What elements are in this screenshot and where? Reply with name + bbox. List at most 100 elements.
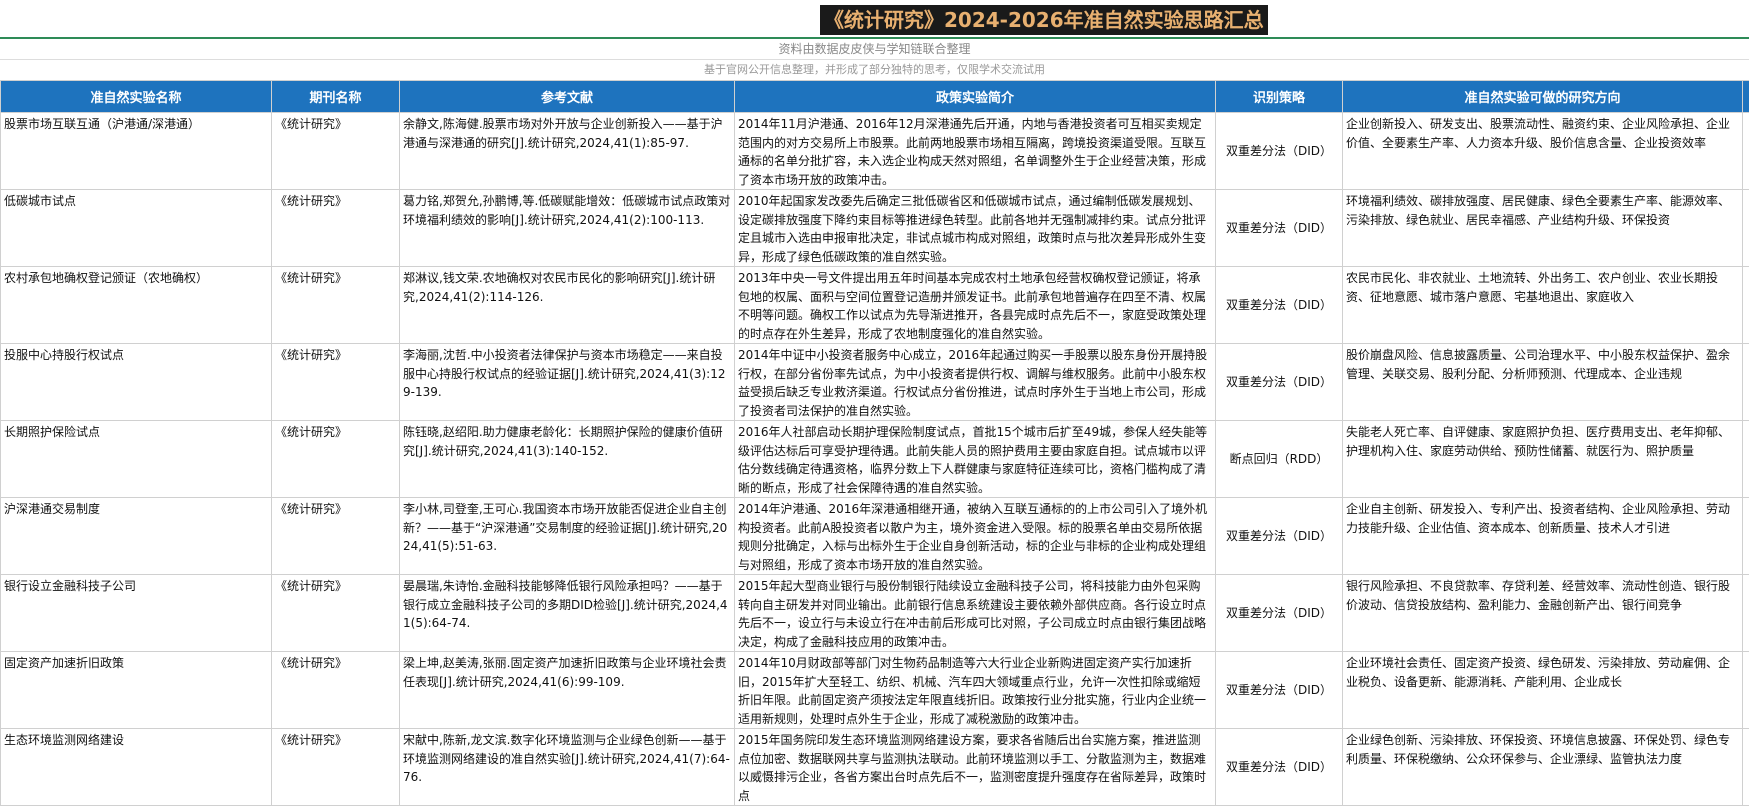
column-header-policy-intro[interactable]: 政策实验简介 — [735, 81, 1216, 113]
table-row: 沪深港通交易制度 《统计研究》 李小林,司登奎,王可心.我国资本市场开放能否促进… — [1, 498, 1749, 575]
cell-journal[interactable]: 《统计研究》 — [272, 729, 400, 806]
cell-research-directions[interactable]: 企业创新投入、研发支出、股票流动性、融资约束、企业风险承担、企业价值、全要素生产… — [1343, 113, 1743, 190]
cell-extra[interactable]: E — [1743, 498, 1749, 575]
cell-text: 《统计研究》 — [275, 346, 396, 418]
cell-research-directions[interactable]: 企业自主创新、研发投入、专利产出、投资者结构、企业风险承担、劳动力技能升级、企业… — [1343, 498, 1743, 575]
cell-text: 2016年人社部启动长期护理保险制度试点，首批15个城市后扩至49城，参保人经失… — [738, 423, 1212, 495]
source-note: 资料由数据皮皮侠与学知链联合整理 — [0, 41, 1749, 58]
cell-text: 2010年起国家发改委先后确定三批低碳省区和低碳城市试点，通过编制低碳发展规划、… — [738, 192, 1212, 264]
cell-journal[interactable]: 《统计研究》 — [272, 498, 400, 575]
cell-extra[interactable]: E — [1743, 113, 1749, 190]
cell-strategy[interactable]: 双重差分法（DID） — [1216, 652, 1343, 729]
cell-strategy[interactable]: 双重差分法（DID） — [1216, 575, 1343, 652]
cell-reference[interactable]: 郑淋议,钱文荣.农地确权对农民市民化的影响研究[J].统计研究,2024,41(… — [400, 267, 735, 344]
column-header-experiment-name[interactable]: 准自然实验名称 — [1, 81, 272, 113]
cell-text: 《统计研究》 — [275, 654, 396, 726]
cell-journal[interactable]: 《统计研究》 — [272, 113, 400, 190]
cell-text: 双重差分法（DID） — [1226, 221, 1332, 235]
cell-reference[interactable]: 晏晨瑞,朱诗怡.金融科技能够降低银行风险承担吗？——基于银行成立金融科技子公司的… — [400, 575, 735, 652]
cell-reference[interactable]: 李海丽,沈哲.中小投资者法律保护与资本市场稳定——来自投服中心持股行权试点的经验… — [400, 344, 735, 421]
cell-experiment-name[interactable]: 低碳城市试点 — [1, 190, 272, 267]
cell-text: 投服中心持股行权试点 — [4, 346, 268, 418]
cell-text: 断点回归（RDD） — [1230, 452, 1329, 466]
column-header-strategy[interactable]: 识别策略 — [1216, 81, 1343, 113]
cell-policy-intro[interactable]: 2014年11月沪港通、2016年12月深港通先后开通，内地与香港投资者可互相买… — [735, 113, 1216, 190]
cell-extra[interactable]: E — [1743, 267, 1749, 344]
cell-extra[interactable]: E — [1743, 344, 1749, 421]
cell-policy-intro[interactable]: 2010年起国家发改委先后确定三批低碳省区和低碳城市试点，通过编制低碳发展规划、… — [735, 190, 1216, 267]
title-divider — [0, 37, 1749, 39]
column-header-research-directions[interactable]: 准自然实验可做的研究方向 — [1343, 81, 1743, 113]
cell-reference[interactable]: 陈钰晓,赵绍阳.助力健康老龄化：长期照护保险的健康价值研究[J].统计研究,20… — [400, 421, 735, 498]
cell-experiment-name[interactable]: 沪深港通交易制度 — [1, 498, 272, 575]
cell-text: 生态环境监测网络建设 — [4, 731, 268, 803]
cell-research-directions[interactable]: 股价崩盘风险、信息披露质量、公司治理水平、中小股东权益保护、盈余管理、关联交易、… — [1343, 344, 1743, 421]
cell-strategy[interactable]: 双重差分法（DID） — [1216, 113, 1343, 190]
cell-text: 股价崩盘风险、信息披露质量、公司治理水平、中小股东权益保护、盈余管理、关联交易、… — [1346, 346, 1739, 418]
cell-experiment-name[interactable]: 生态环境监测网络建设 — [1, 729, 272, 806]
cell-text: 《统计研究》 — [275, 500, 396, 572]
cell-text: 陈钰晓,赵绍阳.助力健康老龄化：长期照护保险的健康价值研究[J].统计研究,20… — [403, 423, 731, 495]
cell-text: 企业环境社会责任、固定资产投资、绿色研发、污染排放、劳动雇佣、企业税负、设备更新… — [1346, 654, 1739, 726]
cell-policy-intro[interactable]: 2013年中央一号文件提出用五年时间基本完成农村土地承包经营权确权登记颁证，将承… — [735, 267, 1216, 344]
cell-policy-intro[interactable]: 2015年起大型商业银行与股份制银行陆续设立金融科技子公司，将科技能力由外包采购… — [735, 575, 1216, 652]
cell-policy-intro[interactable]: 2014年中证中小投资者服务中心成立，2016年起通过购买一手股票以股东身份开展… — [735, 344, 1216, 421]
cell-text: 长期照护保险试点 — [4, 423, 268, 495]
cell-policy-intro[interactable]: 2016年人社部启动长期护理保险制度试点，首批15个城市后扩至49城，参保人经失… — [735, 421, 1216, 498]
cell-experiment-name[interactable]: 股票市场互联互通（沪港通/深港通） — [1, 113, 272, 190]
cell-experiment-name[interactable]: 固定资产加速折旧政策 — [1, 652, 272, 729]
cell-strategy[interactable]: 双重差分法（DID） — [1216, 267, 1343, 344]
cell-text: 2014年11月沪港通、2016年12月深港通先后开通，内地与香港投资者可互相买… — [738, 115, 1212, 187]
cell-reference[interactable]: 葛力铭,郑贺允,孙鹏博,等.低碳赋能增效：低碳城市试点政策对环境福利绩效的影响[… — [400, 190, 735, 267]
cell-experiment-name[interactable]: 农村承包地确权登记颁证（农地确权） — [1, 267, 272, 344]
cell-journal[interactable]: 《统计研究》 — [272, 267, 400, 344]
cell-text: 企业绿色创新、污染排放、环保投资、环境信息披露、环保处罚、绿色专利质量、环保税缴… — [1346, 731, 1739, 803]
cell-strategy[interactable]: 双重差分法（DID） — [1216, 498, 1343, 575]
column-header-extra[interactable] — [1743, 81, 1749, 113]
cell-research-directions[interactable]: 企业环境社会责任、固定资产投资、绿色研发、污染排放、劳动雇佣、企业税负、设备更新… — [1343, 652, 1743, 729]
cell-text: 2014年中证中小投资者服务中心成立，2016年起通过购买一手股票以股东身份开展… — [738, 346, 1212, 418]
cell-text: 固定资产加速折旧政策 — [4, 654, 268, 726]
cell-extra[interactable]: E — [1743, 575, 1749, 652]
cell-experiment-name[interactable]: 长期照护保险试点 — [1, 421, 272, 498]
cell-policy-intro[interactable]: 2014年10月财政部等部门对生物药品制造等六大行业企业新购进固定资产实行加速折… — [735, 652, 1216, 729]
cell-research-directions[interactable]: 企业绿色创新、污染排放、环保投资、环境信息披露、环保处罚、绿色专利质量、环保税缴… — [1343, 729, 1743, 806]
cell-extra[interactable]: E — [1743, 729, 1749, 806]
cell-journal[interactable]: 《统计研究》 — [272, 344, 400, 421]
cell-experiment-name[interactable]: 银行设立金融科技子公司 — [1, 575, 272, 652]
cell-policy-intro[interactable]: 2015年国务院印发生态环境监测网络建设方案，要求各省随后出台实施方案，推进监测… — [735, 729, 1216, 806]
cell-journal[interactable]: 《统计研究》 — [272, 421, 400, 498]
cell-reference[interactable]: 余静文,陈海健.股票市场对外开放与企业创新投入——基于沪港通与深港通的研究[J]… — [400, 113, 735, 190]
cell-research-directions[interactable]: 失能老人死亡率、自评健康、家庭照护负担、医疗费用支出、老年抑郁、护理机构入住、家… — [1343, 421, 1743, 498]
cell-text: 双重差分法（DID） — [1226, 298, 1332, 312]
cell-policy-intro[interactable]: 2014年沪港通、2016年深港通相继开通，被纳入互联互通标的的上市公司引入了境… — [735, 498, 1216, 575]
cell-text: 《统计研究》 — [275, 423, 396, 495]
cell-strategy[interactable]: 双重差分法（DID） — [1216, 190, 1343, 267]
cell-extra[interactable]: E — [1743, 421, 1749, 498]
cell-text: 2014年10月财政部等部门对生物药品制造等六大行业企业新购进固定资产实行加速折… — [738, 654, 1212, 726]
cell-research-directions[interactable]: 农民市民化、非农就业、土地流转、外出务工、农户创业、农业长期投资、征地意愿、城市… — [1343, 267, 1743, 344]
cell-experiment-name[interactable]: 投服中心持股行权试点 — [1, 344, 272, 421]
experiments-table: 准自然实验名称 期刊名称 参考文献 政策实验简介 识别策略 准自然实验可做的研究… — [0, 80, 1749, 806]
cell-text: 低碳城市试点 — [4, 192, 268, 264]
cell-research-directions[interactable]: 银行风险承担、不良贷款率、存贷利差、经营效率、流动性创造、银行股价波动、信贷投放… — [1343, 575, 1743, 652]
cell-extra[interactable]: E — [1743, 652, 1749, 729]
cell-reference[interactable]: 梁上坤,赵美涛,张丽.固定资产加速折旧政策与企业环境社会责任表现[J].统计研究… — [400, 652, 735, 729]
column-header-reference[interactable]: 参考文献 — [400, 81, 735, 113]
cell-text: 李小林,司登奎,王可心.我国资本市场开放能否促进企业自主创新？——基于“沪深港通… — [403, 500, 731, 572]
cell-journal[interactable]: 《统计研究》 — [272, 652, 400, 729]
cell-text: 余静文,陈海健.股票市场对外开放与企业创新投入——基于沪港通与深港通的研究[J]… — [403, 115, 731, 187]
cell-journal[interactable]: 《统计研究》 — [272, 575, 400, 652]
cell-strategy[interactable]: 双重差分法（DID） — [1216, 729, 1343, 806]
cell-research-directions[interactable]: 环境福利绩效、碳排放强度、居民健康、绿色全要素生产率、能源效率、污染排放、绿色就… — [1343, 190, 1743, 267]
cell-extra[interactable]: E — [1743, 190, 1749, 267]
column-header-journal[interactable]: 期刊名称 — [272, 81, 400, 113]
cell-text: 《统计研究》 — [275, 192, 396, 264]
cell-strategy[interactable]: 双重差分法（DID） — [1216, 344, 1343, 421]
cell-text: 2015年国务院印发生态环境监测网络建设方案，要求各省随后出台实施方案，推进监测… — [738, 731, 1212, 803]
page-header: 《统计研究》2024-2026年准自然实验思路汇总 资料由数据皮皮侠与学知链联合… — [0, 0, 1749, 80]
cell-journal[interactable]: 《统计研究》 — [272, 190, 400, 267]
cell-reference[interactable]: 李小林,司登奎,王可心.我国资本市场开放能否促进企业自主创新？——基于“沪深港通… — [400, 498, 735, 575]
cell-reference[interactable]: 宋献中,陈新,龙文滨.数字化环境监测与企业绿色创新——基于环境监测网络建设的准自… — [400, 729, 735, 806]
cell-strategy[interactable]: 断点回归（RDD） — [1216, 421, 1343, 498]
